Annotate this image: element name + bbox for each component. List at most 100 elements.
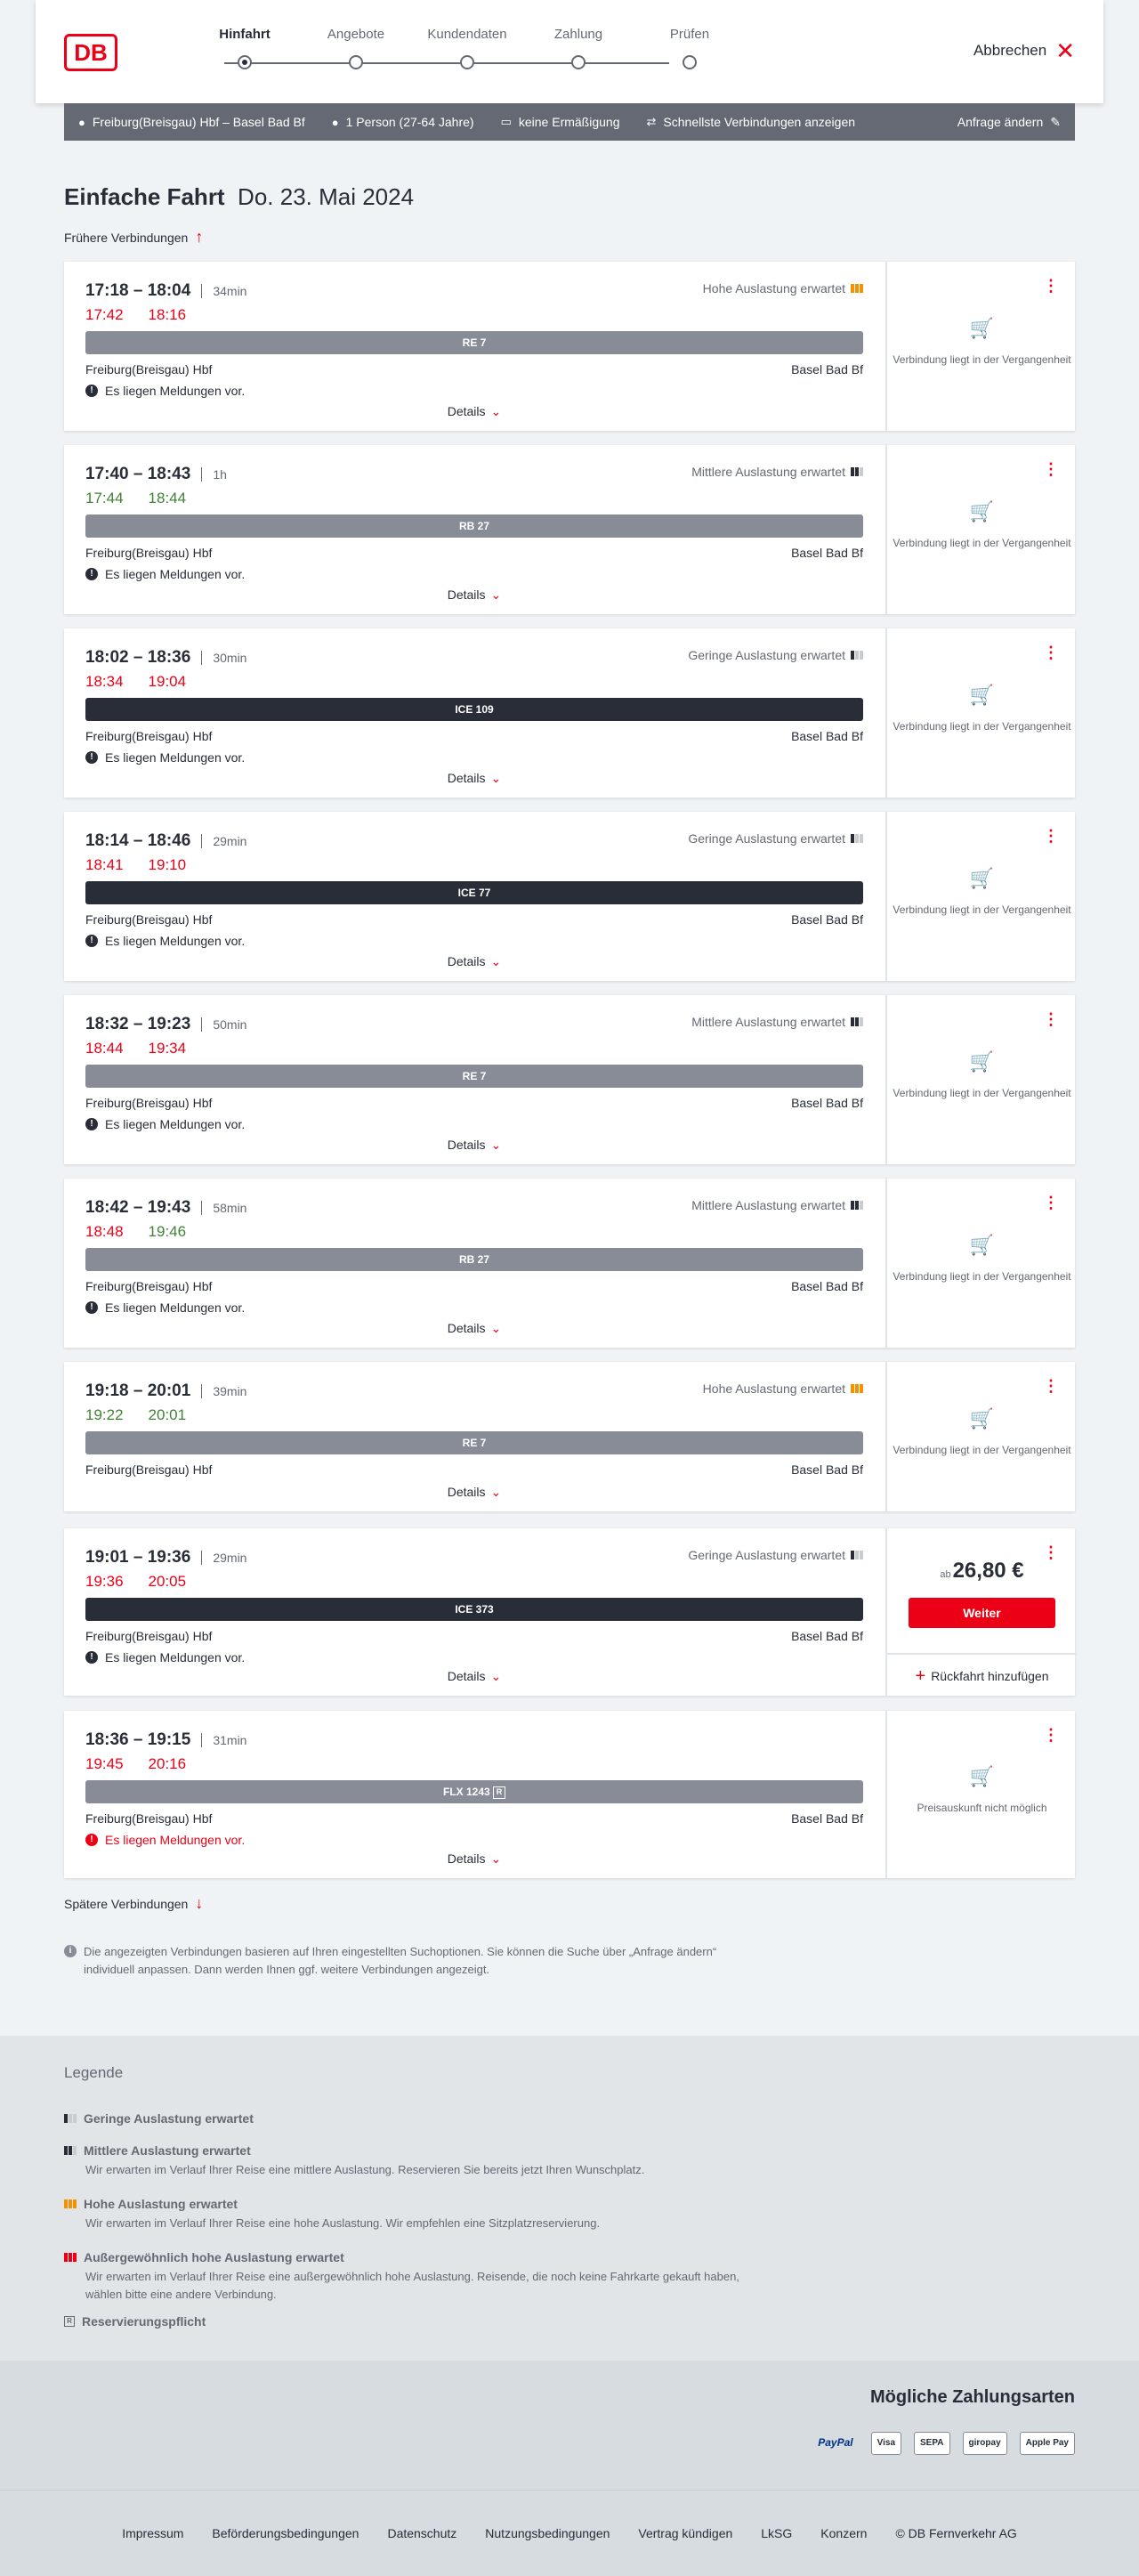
footer-link-befoerderungsbedingungen[interactable]: Beförderungsbedingungen (212, 2526, 359, 2540)
step-hinfahrt[interactable]: Hinfahrt (187, 27, 303, 69)
earlier-connections-link[interactable]: Frühere Verbindungen ↑ (64, 228, 203, 247)
notice-row: ! Es liegen Meldungen vor. (85, 750, 863, 765)
footer-link-impressum[interactable]: Impressum (122, 2526, 183, 2540)
stations-row: Freiburg(Breisgau) Hbf Basel Bad Bf (85, 729, 863, 743)
more-options-icon[interactable]: ⋮ (1043, 1195, 1059, 1211)
details-toggle[interactable]: Details ⌄ (64, 1321, 885, 1336)
realtime-departure: 18:48 (85, 1223, 124, 1240)
connection-card[interactable]: 18:32 – 19:23 50min 18:44 19:34 Mittlere Aus… (64, 995, 1075, 1164)
realtime-departure: 18:41 (85, 856, 124, 873)
realtime-departure: 18:44 (85, 1040, 124, 1057)
footer-link-konzern[interactable]: Konzern (820, 2526, 867, 2540)
notice-text: Es liegen Meldungen vor. (105, 934, 246, 948)
continue-button[interactable]: Weiter (909, 1598, 1055, 1628)
cancel-button[interactable]: Abbrechen ✕ (973, 39, 1075, 62)
details-toggle[interactable]: Details ⌄ (64, 1851, 885, 1867)
realtime-arrival: 18:44 (148, 490, 187, 506)
more-options-icon[interactable]: ⋮ (1043, 644, 1059, 660)
stations-row: Freiburg(Breisgau) Hbf Basel Bad Bf (85, 546, 863, 560)
train-bar[interactable]: ICE 77 (85, 881, 863, 904)
more-options-icon[interactable]: ⋮ (1043, 1727, 1059, 1743)
planned-times: 19:01 – 19:36 (85, 1548, 191, 1567)
train-bar[interactable]: RB 27 (85, 514, 863, 538)
legend-item-medium: Mittlere Auslastung erwartet Wir erwarten… (64, 2143, 758, 2179)
train-bar[interactable]: FLX 1243 R (85, 1780, 863, 1803)
paypal-icon: PayPal (818, 2436, 853, 2449)
connection-card[interactable]: 17:18 – 18:04 34min 17:42 18:16 Hohe Auslast… (64, 262, 1075, 431)
step-circle (683, 55, 697, 69)
load-indicator: Mittlere Auslastung erwartet (691, 1198, 863, 1212)
realtime-departure: 18:34 (85, 673, 124, 690)
destination-station: Basel Bad Bf (791, 1096, 863, 1110)
high-load-icon (64, 2199, 77, 2208)
legend-item-low: Geringe Auslastung erwartet (64, 2111, 758, 2126)
side-status-text: Verbindung liegt in der Vergangenheit (893, 1087, 1071, 1099)
payment-title: Mögliche Zahlungsarten (869, 2387, 1075, 2407)
details-toggle[interactable]: Details ⌄ (64, 1138, 885, 1153)
change-request-button[interactable]: Anfrage ändern ✎ (957, 115, 1061, 130)
train-bar[interactable]: ICE 109 (85, 698, 863, 721)
details-toggle[interactable]: Details ⌄ (64, 771, 885, 786)
load-text: Mittlere Auslastung erwartet (691, 1015, 845, 1029)
details-label: Details (447, 587, 486, 602)
chevron-down-icon: ⌄ (490, 404, 502, 418)
add-return-trip-button[interactable]: + Rückfahrt hinzufügen (887, 1653, 1077, 1697)
train-bar[interactable]: ICE 373 (85, 1598, 863, 1621)
details-toggle[interactable]: Details ⌄ (64, 587, 885, 603)
destination-station: Basel Bad Bf (791, 729, 863, 743)
connection-card[interactable]: 19:01 – 19:36 29min 19:36 20:05 Geringe Ausl… (64, 1528, 1077, 1697)
realtime-times: 18:41 19:10 (85, 856, 863, 874)
schedule-times: 18:36 – 19:15 31min (85, 1730, 863, 1750)
footer-link-nutzungsbedingungen[interactable]: Nutzungsbedingungen (485, 2526, 610, 2540)
alert-icon: ! (85, 935, 98, 947)
notice-row: ! Es liegen Meldungen vor. (85, 567, 863, 581)
giropay-icon: giropay (962, 2432, 1007, 2455)
footer-link-lksg[interactable]: LkSG (761, 2526, 792, 2540)
footer-link-vertrag-kuendigen[interactable]: Vertrag kündigen (638, 2526, 732, 2540)
planned-times: 18:42 – 19:43 (85, 1198, 191, 1217)
side-status-text: Verbindung liegt in der Vergangenheit (893, 353, 1071, 366)
more-options-icon[interactable]: ⋮ (1043, 1011, 1059, 1027)
trip-date: Do. 23. Mai 2024 (238, 183, 415, 210)
connection-card[interactable]: 17:40 – 18:43 1h 17:44 18:44 Mittlere Auslas… (64, 445, 1075, 614)
more-options-icon[interactable]: ⋮ (1043, 1378, 1059, 1394)
connection-card[interactable]: 18:42 – 19:43 58min 18:48 19:46 Mittlere Aus… (64, 1179, 1075, 1348)
low-load-icon (851, 651, 863, 660)
chevron-down-icon: ⌄ (490, 587, 502, 602)
legend-item-desc: Wir erwarten im Verlauf Ihrer Reise eine… (85, 2216, 601, 2230)
discount-text: keine Ermäßigung (518, 115, 620, 129)
train-bar[interactable]: RE 7 (85, 1065, 863, 1088)
notice-text: Es liegen Meldungen vor. (105, 1300, 246, 1315)
more-options-icon[interactable]: ⋮ (1043, 461, 1059, 477)
legend-item-title: Hohe Auslastung erwartet (84, 2197, 238, 2211)
footer-copyright: © DB Fernverkehr AG (895, 2526, 1017, 2540)
details-toggle[interactable]: Details ⌄ (64, 404, 885, 419)
more-options-icon[interactable]: ⋮ (1043, 828, 1059, 844)
shopping-cart-icon: 🛒 (969, 867, 995, 889)
details-label: Details (447, 1851, 486, 1866)
train-bar[interactable]: RB 27 (85, 1248, 863, 1271)
train-bar[interactable]: RE 7 (85, 331, 863, 354)
connection-card[interactable]: 18:02 – 18:36 30min 18:34 19:04 Geringe Ausl… (64, 628, 1075, 798)
details-toggle[interactable]: Details ⌄ (64, 954, 885, 969)
stations-row: Freiburg(Breisgau) Hbf Basel Bad Bf (85, 1279, 863, 1293)
details-toggle[interactable]: Details ⌄ (64, 1485, 885, 1500)
details-toggle[interactable]: Details ⌄ (64, 1669, 885, 1684)
train-name: RE 7 (462, 336, 487, 349)
train-bar[interactable]: RE 7 (85, 1431, 863, 1454)
duration: 34min (213, 284, 247, 298)
db-logo[interactable]: DB (64, 34, 117, 71)
realtime-times: 17:44 18:44 (85, 490, 863, 507)
legend-item-title: Mittlere Auslastung erwartet (84, 2143, 251, 2158)
step-label: Zahlung (553, 27, 603, 42)
connection-card[interactable]: 19:18 – 20:01 39min 19:22 20:01 Hohe Auslast… (64, 1362, 1075, 1511)
shopping-cart-icon: 🛒 (969, 1407, 995, 1430)
legend-item-title: Geringe Auslastung erwartet (84, 2111, 254, 2126)
connection-card[interactable]: 18:36 – 19:15 31min 19:45 20:16 FLX 1243 R Fr… (64, 1711, 1075, 1878)
more-options-icon[interactable]: ⋮ (1043, 278, 1059, 294)
later-connections-link[interactable]: Spätere Verbindungen ↓ (64, 1894, 203, 1913)
origin-station: Freiburg(Breisgau) Hbf (85, 1462, 213, 1477)
train-name: RB 27 (458, 1253, 489, 1266)
connection-card[interactable]: 18:14 – 18:46 29min 18:41 19:10 Geringe Ausl… (64, 812, 1075, 981)
footer-link-datenschutz[interactable]: Datenschutz (387, 2526, 456, 2540)
